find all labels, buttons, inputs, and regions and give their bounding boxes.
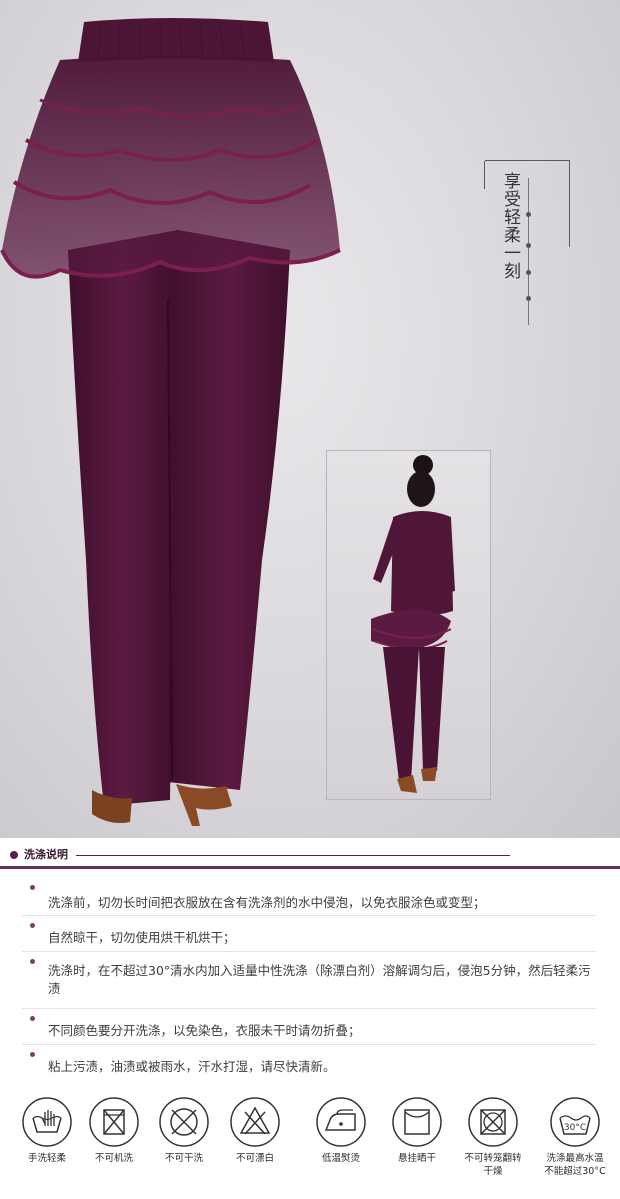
care-text: 洗涤时，在不超过30°清水内加入适量中性洗涤（除漂白剂）溶解调匀后，侵泡5分钟，… xyxy=(48,963,591,996)
care-text: 洗涤前，切勿长时间把衣服放在含有洗涤剂的水中侵泡，以免衣服涂色或变型； xyxy=(48,895,486,910)
section-title: 洗涤说明 xyxy=(24,848,68,861)
bullet-icon xyxy=(30,923,35,928)
care-icon-row: 手洗轻柔 不可机洗 不可干洗 不可漂白 低温熨烫 悬挂晒干 不可转笼翻转干燥 3… xyxy=(0,1096,620,1186)
care-text: 自然晾干，切勿使用烘干机烘干； xyxy=(48,930,236,945)
temp-text: 30°C xyxy=(564,1123,586,1133)
hero-photo: 享受轻柔一刻 xyxy=(0,0,620,838)
care-text: 粘上污渍，油渍或被雨水，汗水打湿，请尽快清新。 xyxy=(48,1059,336,1074)
no-machine-wash-icon xyxy=(89,1097,139,1147)
care-instruction-list: 洗涤前，切勿长时间把衣服放在含有洗涤剂的水中侵泡，以免衣服涂色或变型； 自然晾干… xyxy=(22,878,596,1080)
tagline-dot xyxy=(526,296,531,301)
wash-instructions-header: 洗涤说明 xyxy=(0,848,620,864)
care-symbol: 悬挂晒干 xyxy=(377,1096,457,1165)
no-dry-clean-icon xyxy=(159,1097,209,1147)
list-item: 自然晾干，切勿使用烘干机烘干； xyxy=(22,916,596,952)
care-symbol: 不可机洗 xyxy=(74,1096,154,1165)
icon-label: 不可漂白 xyxy=(235,1153,274,1164)
care-symbol: 不可转笼翻转干燥 xyxy=(453,1096,533,1178)
accent-band xyxy=(0,866,620,869)
care-symbol: 不可漂白 xyxy=(215,1096,295,1165)
list-item: 粘上污渍，油渍或被雨水，汗水打湿，请尽快清新。 xyxy=(22,1045,596,1080)
no-bleach-icon xyxy=(230,1097,280,1147)
icon-label: 不可干洗 xyxy=(164,1153,203,1164)
tagline-rule xyxy=(528,178,529,325)
model-figure xyxy=(371,455,455,793)
icon-label: 不可转笼翻转干燥 xyxy=(464,1153,522,1177)
max-wash-temp-icon: 30°C xyxy=(550,1097,600,1147)
icon-label: 低温熨烫 xyxy=(321,1153,360,1164)
tagline-text: 享受轻柔一刻 xyxy=(500,172,520,280)
product-detail-page: 享受轻柔一刻 洗涤说明 洗涤前，切勿长时间把衣服放在含有洗涤剂的水中侵泡，以免衣… xyxy=(0,0,620,1199)
tagline-dot xyxy=(526,243,531,248)
care-symbol: 30°C 洗涤最高水温不能超过30°C xyxy=(535,1096,615,1178)
trousers-photo xyxy=(0,18,341,826)
bullet-icon xyxy=(30,885,35,890)
icon-label: 不可机洗 xyxy=(94,1153,133,1164)
care-symbol: 不可干洗 xyxy=(144,1096,224,1165)
icon-label: 洗涤最高水温不能超过30°C xyxy=(544,1153,606,1177)
care-text: 不同颜色要分开洗涤，以免染色，衣服未干时请勿折叠； xyxy=(48,1023,361,1038)
tagline-dot xyxy=(526,212,531,217)
bullet-icon xyxy=(30,1016,35,1021)
hand-wash-icon xyxy=(22,1097,72,1147)
list-item: 不同颜色要分开洗涤，以免染色，衣服未干时请勿折叠； xyxy=(22,1009,596,1045)
care-symbol: 低温熨烫 xyxy=(301,1096,381,1165)
header-bullet-icon xyxy=(10,851,18,859)
icon-label: 悬挂晒干 xyxy=(397,1153,436,1164)
list-item: 洗涤前，切勿长时间把衣服放在含有洗涤剂的水中侵泡，以免衣服涂色或变型； xyxy=(22,878,596,916)
list-item: 洗涤时，在不超过30°清水内加入适量中性洗涤（除漂白剂）溶解调匀后，侵泡5分钟，… xyxy=(22,952,596,1009)
tagline-dot xyxy=(526,270,531,275)
header-rule xyxy=(76,855,510,856)
bullet-icon xyxy=(30,1052,35,1057)
hang-dry-icon xyxy=(392,1097,442,1147)
model-inset-photo xyxy=(326,450,491,800)
low-iron-icon xyxy=(316,1097,366,1147)
no-tumble-dry-icon xyxy=(468,1097,518,1147)
bullet-icon xyxy=(30,959,35,964)
